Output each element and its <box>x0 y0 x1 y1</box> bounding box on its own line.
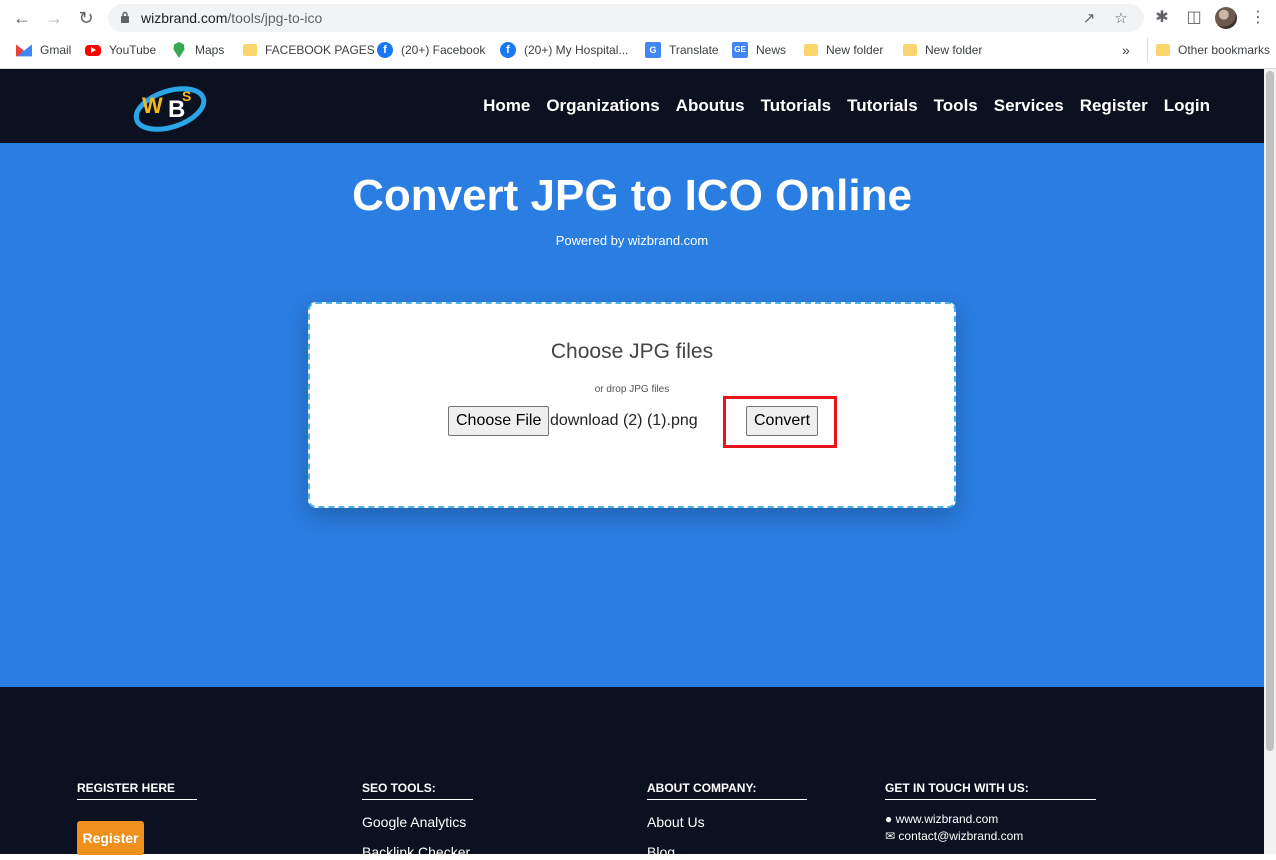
bookmark-new-folder-2[interactable]: New folder <box>903 38 982 62</box>
bookmark-maps[interactable]: Maps <box>171 38 224 62</box>
nav-login[interactable]: Login <box>1164 96 1210 116</box>
nav-tutorials-1[interactable]: Tutorials <box>761 96 832 116</box>
bookmark-youtube[interactable]: YouTube <box>85 38 156 62</box>
url-text: wizbrand.com/tools/jpg-to-ico <box>141 10 323 26</box>
main-nav: Home Organizations Aboutus Tutorials Tut… <box>467 69 1210 143</box>
wizbrand-logo[interactable]: W B S <box>132 79 210 133</box>
footer-link-google-analytics[interactable]: Google Analytics <box>362 814 473 830</box>
footer-heading-seo: SEO TOOLS: <box>362 781 473 800</box>
footer-email[interactable]: ✉ contact@wizbrand.com <box>885 829 1096 843</box>
gmail-icon <box>16 44 32 57</box>
page-scrollbar[interactable] <box>1264 69 1276 854</box>
footer-register-column: REGISTER HERE <box>77 779 197 800</box>
folder-icon <box>804 44 818 56</box>
kebab-menu-icon[interactable]: ⋮ <box>1248 8 1268 28</box>
site-footer: REGISTER HERE Register SEO TOOLS: Google… <box>0 687 1264 860</box>
footer-heading-contact: GET IN TOUCH WITH US: <box>885 781 1096 800</box>
news-icon: GE <box>732 42 748 58</box>
drop-zone-subtitle: or drop JPG files <box>594 384 670 395</box>
bookmark-news[interactable]: GE News <box>732 38 786 62</box>
bookmark-facebook[interactable]: f (20+) Facebook <box>377 38 485 62</box>
facebook-icon: f <box>377 42 393 58</box>
bookmark-my-hospital[interactable]: f (20+) My Hospital... <box>500 38 628 62</box>
lock-icon <box>121 11 129 23</box>
page-title: Convert JPG to ICO Online <box>352 171 912 220</box>
nav-organizations[interactable]: Organizations <box>546 96 659 116</box>
address-bar[interactable]: wizbrand.com/tools/jpg-to-ico ↗ ☆ <box>108 4 1144 32</box>
translate-icon: G <box>645 42 661 58</box>
footer-link-blog[interactable]: Blog <box>647 844 807 860</box>
share-icon[interactable]: ↗ <box>1080 10 1098 28</box>
bookmarks-bar: Gmail YouTube Maps FACEBOOK PAGES f (20+)… <box>0 38 1276 62</box>
browser-toolbar: ← → ↻ wizbrand.com/tools/jpg-to-ico ↗ ☆ … <box>0 0 1276 36</box>
reload-icon[interactable]: ↻ <box>74 7 98 29</box>
youtube-icon <box>85 44 101 56</box>
nav-aboutus[interactable]: Aboutus <box>676 96 745 116</box>
envelope-icon: ✉ <box>885 829 896 843</box>
selected-filename: download (2) (1).png <box>550 412 698 429</box>
scrollbar-thumb[interactable] <box>1266 71 1274 751</box>
footer-link-about-us[interactable]: About Us <box>647 814 807 830</box>
powered-by-text: Powered by wizbrand.com <box>555 233 709 248</box>
file-drop-zone[interactable]: Choose JPG files or drop JPG files Choos… <box>308 302 956 508</box>
convert-button[interactable]: Convert <box>746 406 819 436</box>
folder-icon <box>1156 44 1170 56</box>
star-icon[interactable]: ☆ <box>1112 10 1130 28</box>
footer-contact-column: GET IN TOUCH WITH US: ● www.wizbrand.com… <box>885 779 1096 843</box>
back-arrow-icon[interactable]: ← <box>10 7 34 29</box>
facebook-icon: f <box>500 42 516 58</box>
svg-text:S: S <box>182 88 191 104</box>
nav-tutorials-2[interactable]: Tutorials <box>847 96 918 116</box>
drop-zone-title: Choose JPG files <box>550 340 714 363</box>
footer-register-button[interactable]: Register <box>77 821 144 855</box>
folder-icon <box>903 44 917 56</box>
svg-text:W: W <box>142 93 163 118</box>
footer-link-backlink-checker[interactable]: Backlink Checker <box>362 844 473 860</box>
browser-chrome: ← → ↻ wizbrand.com/tools/jpg-to-ico ↗ ☆ … <box>0 0 1276 69</box>
footer-about-column: ABOUT COMPANY: About Us Blog <box>647 779 807 860</box>
footer-website[interactable]: ● www.wizbrand.com <box>885 812 1096 826</box>
other-bookmarks[interactable]: Other bookmarks <box>1147 38 1270 62</box>
folder-icon <box>243 44 257 56</box>
choose-file-button[interactable]: Choose File <box>448 406 550 436</box>
footer-heading-about: ABOUT COMPANY: <box>647 781 807 800</box>
profile-avatar[interactable] <box>1215 7 1237 29</box>
bookmarks-overflow-button[interactable]: » <box>1122 38 1130 62</box>
footer-seo-column: SEO TOOLS: Google Analytics Backlink Che… <box>362 779 473 860</box>
bookmark-new-folder-1[interactable]: New folder <box>804 38 883 62</box>
bookmark-translate[interactable]: G Translate <box>645 38 719 62</box>
nav-services[interactable]: Services <box>994 96 1064 116</box>
forward-arrow-icon[interactable]: → <box>42 7 66 29</box>
nav-register[interactable]: Register <box>1080 96 1148 116</box>
maps-icon <box>173 42 185 58</box>
bookmark-gmail[interactable]: Gmail <box>16 38 71 62</box>
nav-home[interactable]: Home <box>483 96 530 116</box>
site-header: W B S Home Organizations Aboutus Tutoria… <box>0 69 1264 143</box>
side-panel-icon[interactable]: ◫ <box>1184 8 1204 28</box>
hero-section: Convert JPG to ICO Online Powered by wiz… <box>0 143 1264 687</box>
nav-tools[interactable]: Tools <box>934 96 978 116</box>
footer-heading-register: REGISTER HERE <box>77 781 197 800</box>
globe-icon: ● <box>885 812 893 826</box>
bookmark-facebook-pages[interactable]: FACEBOOK PAGES <box>243 38 375 62</box>
extensions-puzzle-icon[interactable]: ✱ <box>1152 8 1172 28</box>
